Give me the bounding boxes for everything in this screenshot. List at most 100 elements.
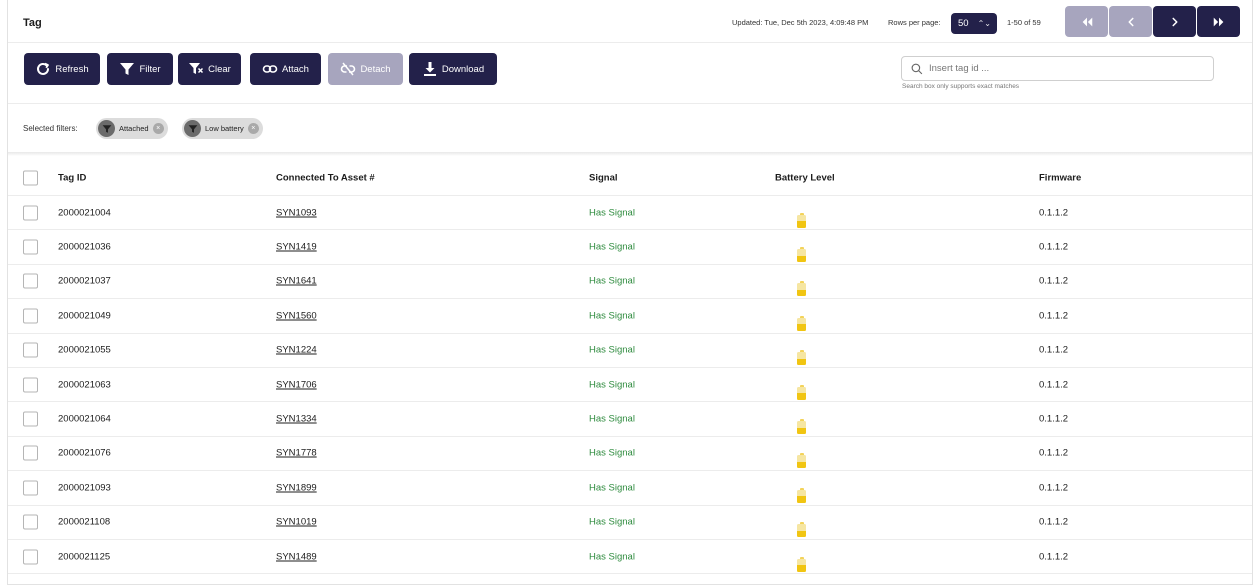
filter-icon xyxy=(184,120,201,137)
first-page-button[interactable] xyxy=(1065,6,1108,37)
asset-link[interactable]: SYN1641 xyxy=(276,276,317,287)
firmware-cell: 0.1.1.2 xyxy=(1039,447,1069,459)
selected-filters-label: Selected filters: xyxy=(23,124,78,133)
signal-status: Has Signal xyxy=(589,551,635,563)
chevron-left-icon xyxy=(1127,17,1134,26)
tag-search-input[interactable] xyxy=(929,63,1199,74)
search-hint: Search box only supports exact matches xyxy=(902,83,1020,90)
signal-status: Has Signal xyxy=(589,344,635,356)
clear-label: Clear xyxy=(208,63,231,75)
signal-status: Has Signal xyxy=(589,275,635,287)
table-row[interactable]: 2000021076 SYN1778 Has Signal 0.1.1.2 xyxy=(8,437,1252,472)
selected-filters-bar: Selected filters: Attached × Low battery… xyxy=(8,104,1252,152)
remove-filter-icon[interactable]: × xyxy=(247,123,259,134)
detach-label: Detach xyxy=(360,63,391,75)
asset-link[interactable]: SYN1224 xyxy=(276,345,317,356)
table-row[interactable]: 2000021108 SYN1019 Has Signal 0.1.1.2 xyxy=(8,506,1252,540)
column-header-signal[interactable]: Signal xyxy=(589,172,618,183)
detach-button[interactable]: Detach xyxy=(328,53,403,85)
tag-id-cell: 2000021049 xyxy=(58,310,111,322)
firmware-cell: 0.1.1.2 xyxy=(1039,551,1069,563)
refresh-button[interactable]: Refresh xyxy=(24,53,100,85)
search-icon xyxy=(911,63,923,74)
double-chevron-left-icon xyxy=(1082,17,1092,26)
asset-link[interactable]: SYN1778 xyxy=(276,448,317,459)
asset-link[interactable]: SYN1560 xyxy=(276,310,317,321)
firmware-cell: 0.1.1.2 xyxy=(1039,379,1069,391)
signal-status: Has Signal xyxy=(589,516,635,528)
tag-id-cell: 2000021076 xyxy=(58,447,111,459)
table-row[interactable]: 2000021004 SYN1093 Has Signal 0.1.1.2 xyxy=(8,196,1252,231)
tags-table: Tag ID Connected To Asset # Signal Batte… xyxy=(8,160,1252,575)
row-checkbox[interactable] xyxy=(23,445,38,461)
signal-status: Has Signal xyxy=(589,447,635,459)
asset-link[interactable]: SYN1334 xyxy=(276,414,317,425)
asset-link[interactable]: SYN1093 xyxy=(276,207,317,218)
up-down-chevron-icon: ⌃⌄ xyxy=(977,19,991,28)
table-row[interactable]: 2000021036 SYN1419 Has Signal 0.1.1.2 xyxy=(8,230,1252,265)
table-row[interactable]: 2000021055 SYN1224 Has Signal 0.1.1.2 xyxy=(8,334,1252,368)
select-all-checkbox[interactable] xyxy=(23,170,38,185)
download-button[interactable]: Download xyxy=(409,53,497,85)
header-bar: Tag Updated: Tue, Dec 5th 2023, 4:09:48 … xyxy=(8,0,1252,43)
signal-status: Has Signal xyxy=(589,310,635,322)
table-row[interactable]: 2000021093 SYN1899 Has Signal 0.1.1.2 xyxy=(8,471,1252,506)
signal-status: Has Signal xyxy=(589,482,635,494)
column-header-tag-id[interactable]: Tag ID xyxy=(58,172,86,183)
row-checkbox[interactable] xyxy=(23,549,38,565)
table-row[interactable]: 2000021049 SYN1560 Has Signal 0.1.1.2 xyxy=(8,299,1252,334)
previous-page-button[interactable] xyxy=(1109,6,1152,37)
row-checkbox[interactable] xyxy=(23,239,38,255)
row-checkbox[interactable] xyxy=(23,342,38,358)
signal-status: Has Signal xyxy=(589,241,635,253)
tag-id-cell: 2000021063 xyxy=(58,379,111,391)
clear-filters-button[interactable]: Clear xyxy=(178,53,241,85)
tag-panel: Tag Updated: Tue, Dec 5th 2023, 4:09:48 … xyxy=(7,0,1253,585)
page-title: Tag xyxy=(23,17,42,29)
rows-per-page-value: 50 xyxy=(958,18,969,29)
firmware-cell: 0.1.1.2 xyxy=(1039,344,1069,356)
table-row[interactable]: 2000021125 SYN1489 Has Signal 0.1.1.2 xyxy=(8,540,1252,575)
remove-filter-icon[interactable]: × xyxy=(152,123,164,134)
filter-chip-label: Attached xyxy=(119,124,149,133)
firmware-cell: 0.1.1.2 xyxy=(1039,413,1069,425)
page-range: 1-50 of 59 xyxy=(1007,18,1041,27)
updated-timestamp: Updated: Tue, Dec 5th 2023, 4:09:48 PM xyxy=(732,18,869,27)
row-checkbox[interactable] xyxy=(23,480,38,496)
attach-button[interactable]: Attach xyxy=(250,53,321,85)
row-checkbox[interactable] xyxy=(23,205,38,221)
asset-link[interactable]: SYN1899 xyxy=(276,482,317,493)
refresh-icon xyxy=(37,62,50,75)
asset-link[interactable]: SYN1706 xyxy=(276,379,317,390)
column-header-firmware[interactable]: Firmware xyxy=(1039,172,1081,183)
download-label: Download xyxy=(441,63,485,75)
row-checkbox[interactable] xyxy=(23,377,38,393)
last-page-button[interactable] xyxy=(1197,6,1240,37)
tag-id-cell: 2000021055 xyxy=(58,344,111,356)
row-checkbox[interactable] xyxy=(23,514,38,530)
filter-icon xyxy=(120,63,135,75)
column-header-asset[interactable]: Connected To Asset # xyxy=(276,172,375,183)
row-checkbox[interactable] xyxy=(23,308,38,324)
tag-id-cell: 2000021108 xyxy=(58,516,111,528)
column-header-battery[interactable]: Battery Level xyxy=(775,172,835,183)
table-row[interactable]: 2000021037 SYN1641 Has Signal 0.1.1.2 xyxy=(8,265,1252,300)
section-divider xyxy=(8,152,1252,156)
row-checkbox[interactable] xyxy=(23,273,38,289)
tag-search-box[interactable] xyxy=(901,56,1214,81)
signal-status: Has Signal xyxy=(589,207,635,219)
asset-link[interactable]: SYN1019 xyxy=(276,517,317,528)
rows-per-page-label: Rows per page: xyxy=(888,18,941,27)
row-checkbox[interactable] xyxy=(23,411,38,427)
asset-link[interactable]: SYN1419 xyxy=(276,242,317,253)
filter-button[interactable]: Filter xyxy=(107,53,173,85)
firmware-cell: 0.1.1.2 xyxy=(1039,516,1069,528)
clear-filter-icon xyxy=(189,63,204,74)
double-chevron-right-icon xyxy=(1213,17,1223,26)
next-page-button[interactable] xyxy=(1153,6,1196,37)
asset-link[interactable]: SYN1489 xyxy=(276,551,317,562)
table-row[interactable]: 2000021064 SYN1334 Has Signal 0.1.1.2 xyxy=(8,402,1252,437)
rows-per-page-select[interactable]: 50 ⌃⌄ xyxy=(951,13,997,34)
tag-id-cell: 2000021036 xyxy=(58,241,111,253)
table-row[interactable]: 2000021063 SYN1706 Has Signal 0.1.1.2 xyxy=(8,368,1252,403)
